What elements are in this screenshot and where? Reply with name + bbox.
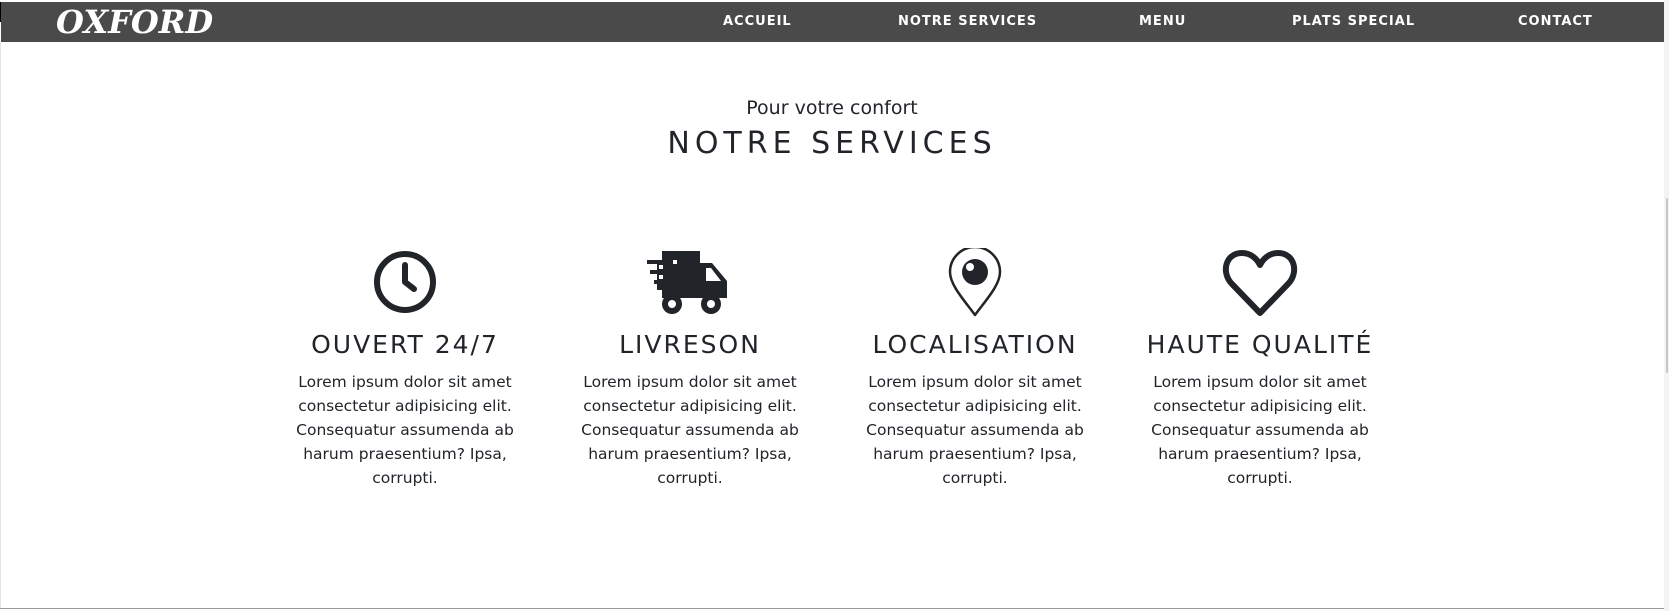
- service-title: OUVERT 24/7: [311, 330, 499, 359]
- scrollbar-thumb[interactable]: [1666, 198, 1668, 373]
- service-title: HAUTE QUALITÉ: [1146, 330, 1374, 359]
- service-card-open: OUVERT 24/7 Lorem ipsum dolor sit amet c…: [270, 248, 540, 490]
- service-title: LOCALISATION: [872, 330, 1078, 359]
- nav-link-accueil[interactable]: ACCUEIL: [723, 2, 792, 42]
- service-description: Lorem ipsum dolor sit amet consectetur a…: [581, 373, 799, 487]
- service-card-delivery: LIVRESON Lorem ipsum dolor sit amet cons…: [555, 248, 825, 490]
- service-description: Lorem ipsum dolor sit amet consectetur a…: [866, 373, 1084, 487]
- delivery-truck-icon: [647, 251, 727, 314]
- clock-icon: [374, 251, 436, 313]
- nav-link-menu[interactable]: MENU: [1139, 2, 1186, 42]
- nav-link-contact[interactable]: CONTACT: [1518, 2, 1593, 42]
- nav-link-plats-special[interactable]: PLATS SPECIAL: [1292, 2, 1415, 42]
- service-card-location: LOCALISATION Lorem ipsum dolor sit amet …: [840, 248, 1110, 490]
- section-title: NOTRE SERVICES: [667, 126, 997, 161]
- heart-icon: [1222, 250, 1298, 316]
- service-description: Lorem ipsum dolor sit amet consectetur a…: [296, 373, 514, 487]
- nav-links: ACCUEIL NOTRE SERVICES MENU PLATS SPECIA…: [1, 2, 1664, 42]
- page-border: [0, 608, 1669, 609]
- nav-link-notre-services[interactable]: NOTRE SERVICES: [898, 2, 1037, 42]
- service-card-quality: HAUTE QUALITÉ Lorem ipsum dolor sit amet…: [1125, 248, 1395, 490]
- section-subtitle: Pour votre confort: [746, 97, 918, 119]
- location-pin-icon: [948, 248, 1002, 317]
- navbar: OXFORD ACCUEIL NOTRE SERVICES MENU PLATS…: [0, 2, 1664, 42]
- service-description: Lorem ipsum dolor sit amet consectetur a…: [1151, 373, 1369, 487]
- service-title: LIVRESON: [619, 330, 761, 359]
